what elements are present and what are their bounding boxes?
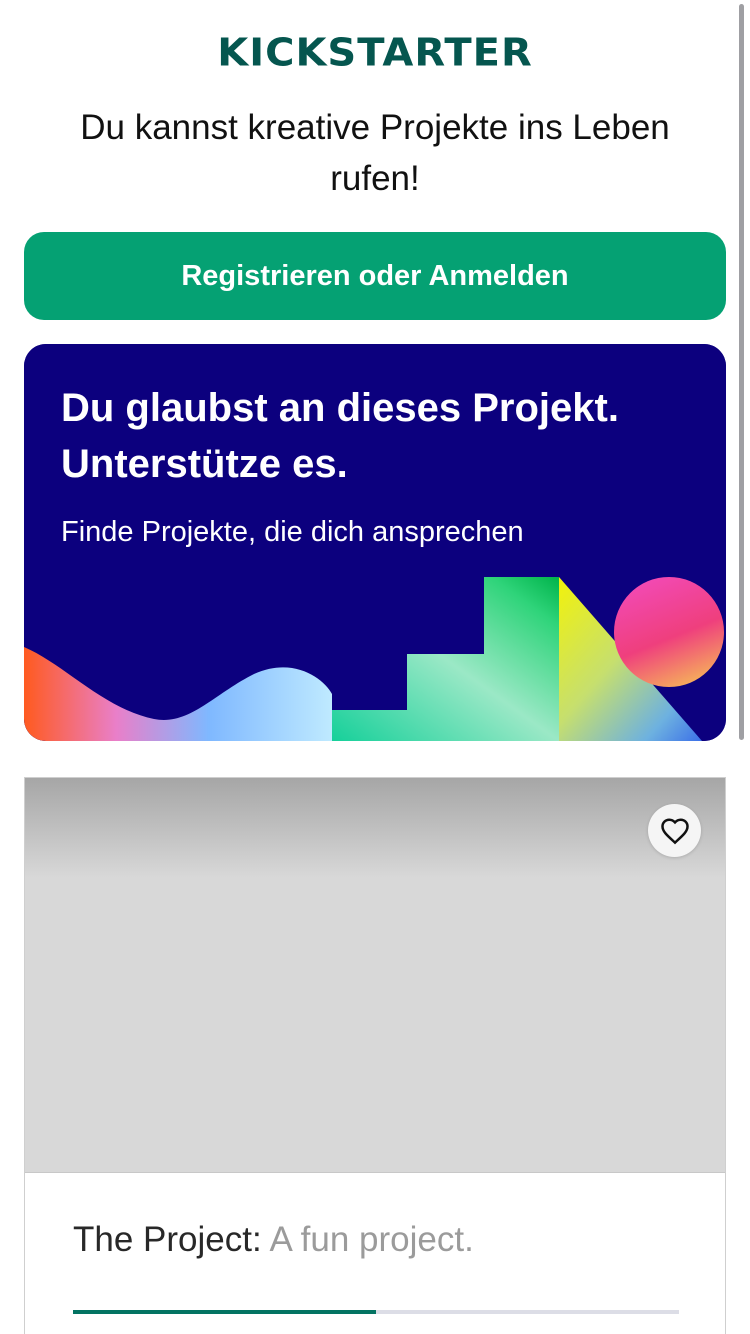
promo-subtitle: Finde Projekte, die dich ansprechen xyxy=(61,516,524,548)
funding-progress-fill xyxy=(73,1310,376,1314)
funding-progress-bar xyxy=(73,1310,679,1314)
project-card[interactable]: The Project: A fun project. xyxy=(24,777,726,1334)
save-project-button[interactable] xyxy=(648,804,701,857)
promo-headline: Du glaubst an dieses Projekt. Unterstütz… xyxy=(61,386,619,486)
project-title: The Project: A fun project. xyxy=(73,1218,693,1262)
kickstarter-logo: KICKSTARTER xyxy=(217,31,533,75)
promo-banner[interactable]: Du glaubst an dieses Projekt. Unterstütz… xyxy=(24,344,726,741)
signup-login-button[interactable]: Registrieren oder Anmelden xyxy=(24,232,726,320)
heart-outline-icon xyxy=(660,817,689,844)
discovery-screen: KICKSTARTER Du kannst kreative Projekte … xyxy=(0,0,750,1334)
project-image[interactable] xyxy=(25,778,725,1173)
page-tagline: Du kannst kreative Projekte ins Leben ru… xyxy=(80,108,670,198)
project-name: The Project: xyxy=(73,1220,262,1259)
vertical-scrollbar xyxy=(739,4,744,740)
project-blurb: A fun project. xyxy=(269,1220,474,1259)
circle-shape xyxy=(614,577,724,687)
